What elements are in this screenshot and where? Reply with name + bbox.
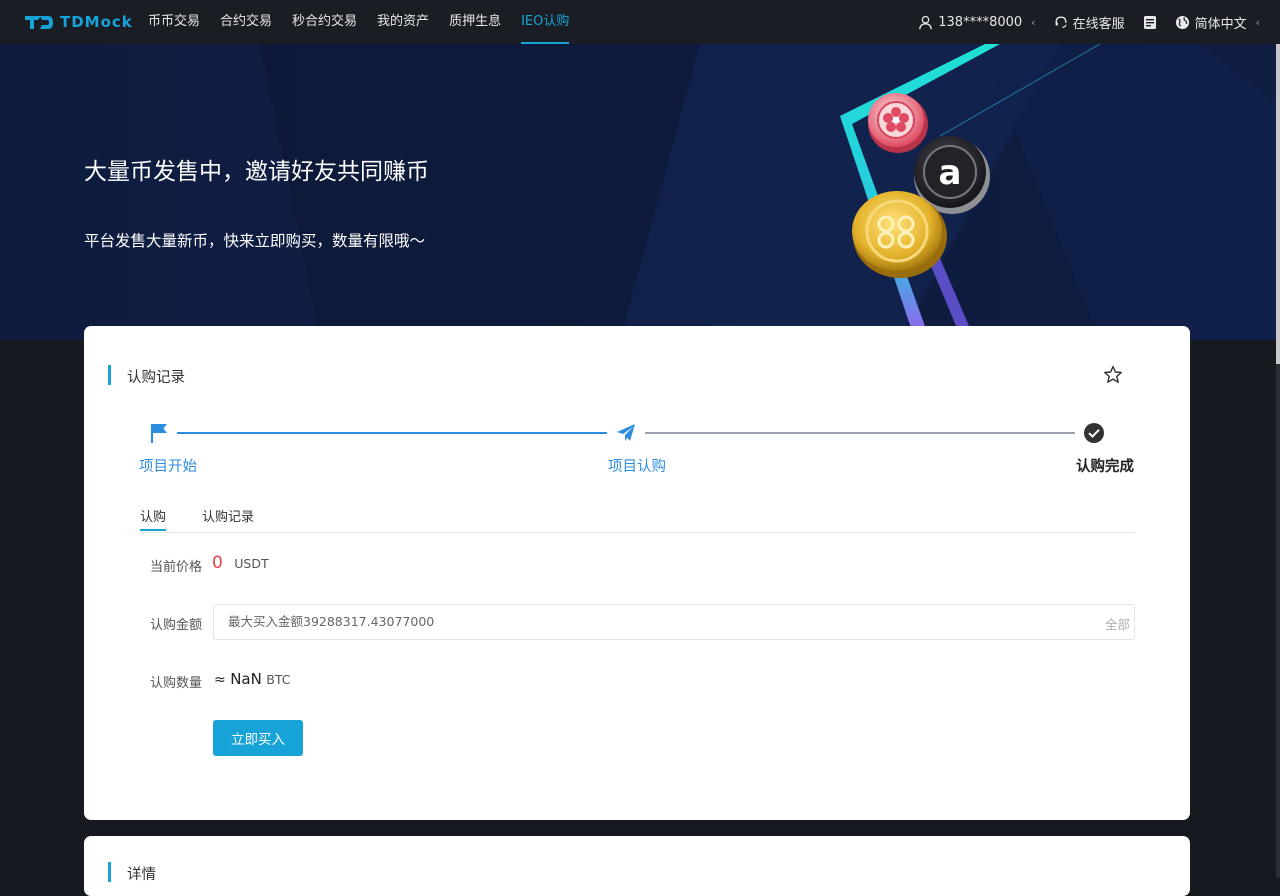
nav-staking[interactable]: 质押生息 bbox=[439, 0, 511, 44]
hero-banner: a 大量币发售中，邀请好友共同赚币 平台发售大量新币，快来立即购买，数量有限哦～ bbox=[0, 44, 1276, 340]
banner-subtitle: 平台发售大量新币，快来立即购买，数量有限哦～ bbox=[84, 232, 426, 250]
price-value: 0 bbox=[212, 553, 223, 573]
globe-icon bbox=[1175, 15, 1189, 29]
step-label-complete: 认购完成 bbox=[1076, 459, 1134, 475]
buy-now-button[interactable]: 立即买入 bbox=[213, 720, 303, 756]
paper-plane-icon bbox=[617, 424, 635, 441]
flag-icon bbox=[150, 424, 167, 443]
tab-subscribe[interactable]: 认购 bbox=[140, 506, 167, 531]
chevron-left-icon: ‹ bbox=[1031, 15, 1036, 29]
card-title: 认购记录 bbox=[127, 370, 185, 386]
price-label: 当前价格 bbox=[150, 560, 203, 575]
title-accent-bar bbox=[108, 862, 111, 882]
brand-logo[interactable]: TDMock bbox=[24, 10, 133, 34]
nav-ieo[interactable]: IEO认购 bbox=[511, 0, 579, 44]
brand-name: TDMock bbox=[60, 13, 133, 31]
amount-field[interactable]: 全部 bbox=[213, 604, 1135, 640]
download-app[interactable] bbox=[1143, 15, 1157, 30]
subscription-tabs: 认购 认购记录 bbox=[140, 506, 1135, 533]
user-icon bbox=[919, 15, 933, 29]
logo-icon bbox=[25, 16, 53, 29]
nav-second-contract[interactable]: 秒合约交易 bbox=[282, 0, 367, 44]
check-circle-icon bbox=[1084, 423, 1104, 443]
language-label: 简体中文 bbox=[1194, 16, 1247, 32]
page-scrollbar[interactable] bbox=[1276, 44, 1280, 878]
details-card: 详情 bbox=[84, 836, 1190, 896]
progress-steps: 项目开始 项目认购 认购完成 bbox=[139, 418, 1139, 478]
user-phone: 138****8000 bbox=[938, 14, 1023, 30]
top-navbar: TDMock 币币交易 合约交易 秒合约交易 我的资产 质押生息 IEO认购 1… bbox=[0, 0, 1280, 44]
chevron-left-icon: ‹ bbox=[1255, 15, 1260, 29]
download-icon bbox=[1143, 15, 1156, 29]
main-nav: 币币交易 合约交易 秒合约交易 我的资产 质押生息 IEO认购 bbox=[138, 0, 579, 44]
quantity-unit: BTC bbox=[266, 672, 291, 687]
step-label-subscribe: 项目认购 bbox=[608, 459, 666, 475]
approx-sign: ≈ bbox=[214, 672, 226, 688]
step-label-start: 项目开始 bbox=[139, 459, 197, 475]
title-accent-bar bbox=[108, 365, 111, 385]
current-price: 0 USDT bbox=[212, 553, 269, 573]
tab-subscription-records[interactable]: 认购记录 bbox=[202, 506, 254, 525]
online-support[interactable]: 在线客服 bbox=[1054, 13, 1125, 32]
language-selector[interactable]: 简体中文 ‹ bbox=[1175, 13, 1260, 32]
scrollbar-thumb[interactable] bbox=[1276, 44, 1280, 364]
svg-text:a: a bbox=[939, 153, 962, 193]
quantity-estimate: ≈ NaN BTC bbox=[214, 670, 291, 688]
subscription-card: 认购记录 项目开始 项目认购 认购完成 认购 认购记录 当前价格 0 USDT … bbox=[84, 326, 1190, 820]
banner-artwork: a bbox=[0, 44, 1276, 340]
details-title: 详情 bbox=[127, 867, 156, 883]
quantity-value: NaN bbox=[230, 670, 262, 688]
user-menu[interactable]: 138****8000 ‹ bbox=[918, 14, 1036, 30]
amount-label: 认购金额 bbox=[150, 618, 203, 633]
quantity-label: 认购数量 bbox=[150, 676, 203, 691]
price-unit: USDT bbox=[234, 556, 269, 571]
banner-title: 大量币发售中，邀请好友共同赚币 bbox=[84, 159, 429, 185]
step-line-1 bbox=[177, 432, 607, 434]
headset-icon bbox=[1055, 16, 1067, 28]
nav-spot-trading[interactable]: 币币交易 bbox=[138, 0, 210, 44]
support-label: 在线客服 bbox=[1072, 16, 1125, 32]
star-icon[interactable] bbox=[1102, 364, 1124, 386]
nav-contract-trading[interactable]: 合约交易 bbox=[210, 0, 282, 44]
header-right: 138****8000 ‹ 在线客服 简体中文 ‹ bbox=[918, 0, 1260, 44]
all-button[interactable]: 全部 bbox=[1105, 614, 1130, 633]
nav-my-assets[interactable]: 我的资产 bbox=[367, 0, 439, 44]
amount-input[interactable] bbox=[214, 605, 1088, 637]
step-line-2 bbox=[645, 432, 1075, 434]
